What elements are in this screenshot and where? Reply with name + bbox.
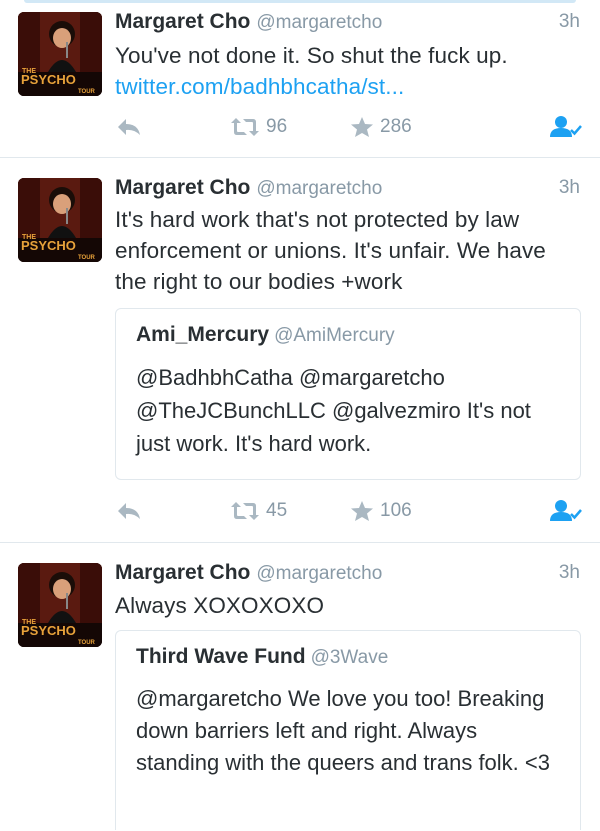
tweet-header: Margaret Cho @margaretcho 3h xyxy=(115,10,580,40)
avatar-image: THE PSYCHO TOUR xyxy=(18,563,102,647)
author-handle[interactable]: @margaretcho xyxy=(256,12,382,33)
follow-icon xyxy=(550,116,582,137)
quoted-header: Ami_Mercury @AmiMercury xyxy=(136,323,395,347)
favorite-button[interactable]: 286 xyxy=(350,110,412,144)
avatar-main-text: PSYCHO xyxy=(21,623,76,638)
tweet-text: You've not done it. So shut the fuck up.… xyxy=(115,40,582,102)
author-handle[interactable]: @margaretcho xyxy=(256,563,382,584)
retweet-count: 96 xyxy=(266,116,288,137)
avatar-bottom-text: TOUR xyxy=(78,640,96,646)
avatar-bottom-text: TOUR xyxy=(78,255,96,261)
follow-icon xyxy=(550,500,582,521)
author-handle[interactable]: @margaretcho xyxy=(256,178,382,199)
avatar[interactable]: THE PSYCHO TOUR xyxy=(18,12,102,96)
retweet-button[interactable]: 45 xyxy=(230,494,287,528)
retweet-count: 45 xyxy=(266,500,288,521)
quoted-author-name: Ami_Mercury xyxy=(136,323,270,346)
tweet-time: 3h xyxy=(558,562,580,583)
favorite-count: 106 xyxy=(380,500,412,521)
tweet-text-content: You've not done it. So shut the fuck up. xyxy=(115,43,508,68)
tweet-actions: 96 286 xyxy=(0,110,600,144)
quoted-header: Third Wave Fund @3Wave xyxy=(136,645,388,669)
tweet-text: It's hard work that's not protected by l… xyxy=(115,207,546,294)
follow-button[interactable] xyxy=(550,494,582,528)
avatar-bottom-text: TOUR xyxy=(78,89,96,95)
avatar-image: THE PSYCHO TOUR xyxy=(18,178,102,262)
author-name[interactable]: Margaret Cho xyxy=(115,561,250,584)
reply-button[interactable] xyxy=(116,494,142,528)
quoted-author-handle: @3Wave xyxy=(310,647,389,668)
quoted-author-name: Third Wave Fund xyxy=(136,645,306,668)
tweet-header: Margaret Cho @margaretcho 3h xyxy=(115,176,580,206)
avatar-image: THE PSYCHO TOUR xyxy=(18,12,102,96)
tweet-text: Always XOXOXOXO xyxy=(115,593,325,618)
tweet-time: 3h xyxy=(558,177,580,198)
tweet-header: Margaret Cho @margaretcho 3h xyxy=(115,561,580,591)
quoted-author-handle: @AmiMercury xyxy=(274,325,395,346)
avatar-main-text: PSYCHO xyxy=(21,238,76,253)
avatar-main-text: PSYCHO xyxy=(21,72,76,87)
quoted-tweet[interactable]: Third Wave Fund @3Wave @margaretcho We lo… xyxy=(115,630,581,830)
follow-button[interactable] xyxy=(550,110,582,144)
retweet-icon xyxy=(231,118,259,136)
quoted-text: @margaretcho We love you too! Breaking d… xyxy=(136,686,550,775)
tweet-2[interactable]: THE PSYCHO TOUR Margaret Cho @margaretcho… xyxy=(0,158,600,543)
tweet-actions: 45 106 xyxy=(0,494,600,528)
reply-icon xyxy=(118,119,140,135)
retweet-button[interactable]: 96 xyxy=(230,110,287,144)
reply-button[interactable] xyxy=(116,110,142,144)
tweet-time: 3h xyxy=(558,11,580,32)
tweet-1[interactable]: THE PSYCHO TOUR Margaret Cho @margaretcho… xyxy=(0,0,600,158)
favorite-icon xyxy=(351,501,373,521)
author-name[interactable]: Margaret Cho xyxy=(115,10,250,33)
quoted-tweet[interactable]: Ami_Mercury @AmiMercury @BadhbhCatha @mar… xyxy=(115,308,581,480)
favorite-icon xyxy=(351,117,373,137)
reply-icon xyxy=(118,503,140,519)
avatar[interactable]: THE PSYCHO TOUR xyxy=(18,563,102,647)
author-name[interactable]: Margaret Cho xyxy=(115,176,250,199)
favorite-button[interactable]: 106 xyxy=(350,494,412,528)
tweet-3[interactable]: THE PSYCHO TOUR Margaret Cho @margaretcho… xyxy=(0,543,600,831)
retweet-icon xyxy=(231,502,259,520)
quoted-text: @BadhbhCatha @margaretcho @TheJCBunchLLC… xyxy=(136,365,531,456)
avatar[interactable]: THE PSYCHO TOUR xyxy=(18,178,102,262)
favorite-count: 286 xyxy=(380,116,412,137)
tweet-link[interactable]: twitter.com/badhbhcatha/st... xyxy=(115,71,582,102)
